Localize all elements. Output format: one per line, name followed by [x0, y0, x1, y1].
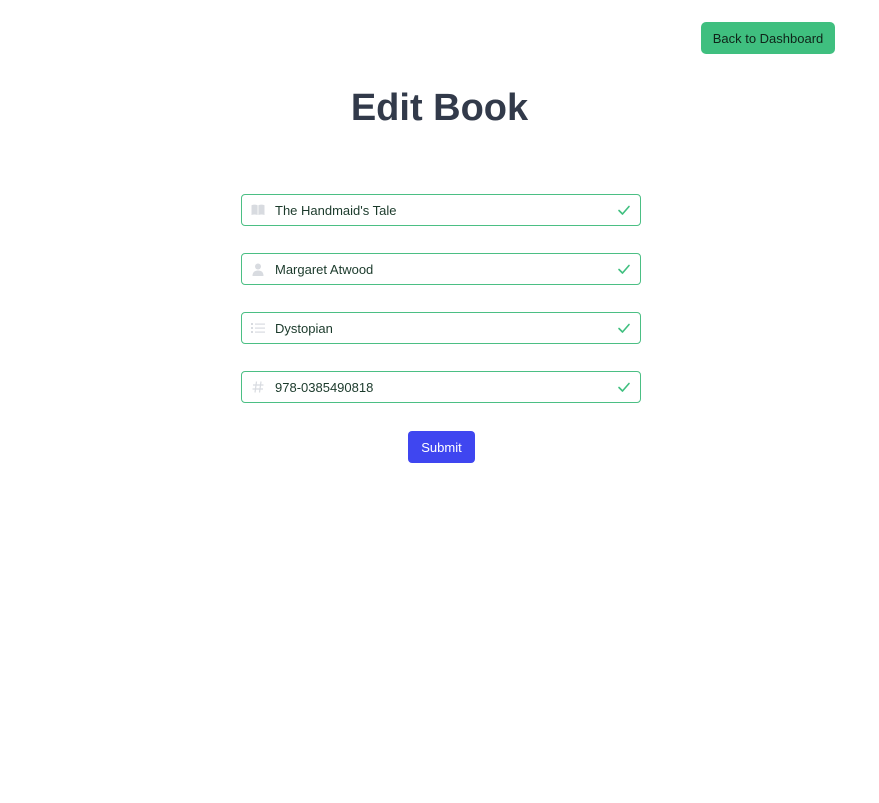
submit-button[interactable]: Submit [408, 431, 475, 463]
genre-input[interactable] [242, 313, 615, 343]
list-icon [251, 321, 265, 335]
check-icon [617, 262, 631, 276]
hash-icon [251, 380, 265, 394]
back-to-dashboard-button[interactable]: Back to Dashboard [701, 22, 835, 54]
check-icon [617, 380, 631, 394]
isbn-input[interactable] [242, 372, 615, 402]
check-icon [617, 321, 631, 335]
author-input[interactable] [242, 254, 615, 284]
genre-field [241, 312, 641, 344]
user-icon [251, 262, 265, 276]
author-field [241, 253, 641, 285]
book-title-field [241, 194, 641, 226]
edit-book-page: Back to Dashboard Edit Book The Handmaid… [0, 0, 879, 803]
page-title: Edit Book [350, 87, 529, 129]
check-icon [617, 203, 631, 217]
book-title-input[interactable] [242, 195, 615, 225]
book-icon [251, 203, 265, 217]
isbn-field [241, 371, 641, 403]
edit-book-form [241, 194, 641, 430]
